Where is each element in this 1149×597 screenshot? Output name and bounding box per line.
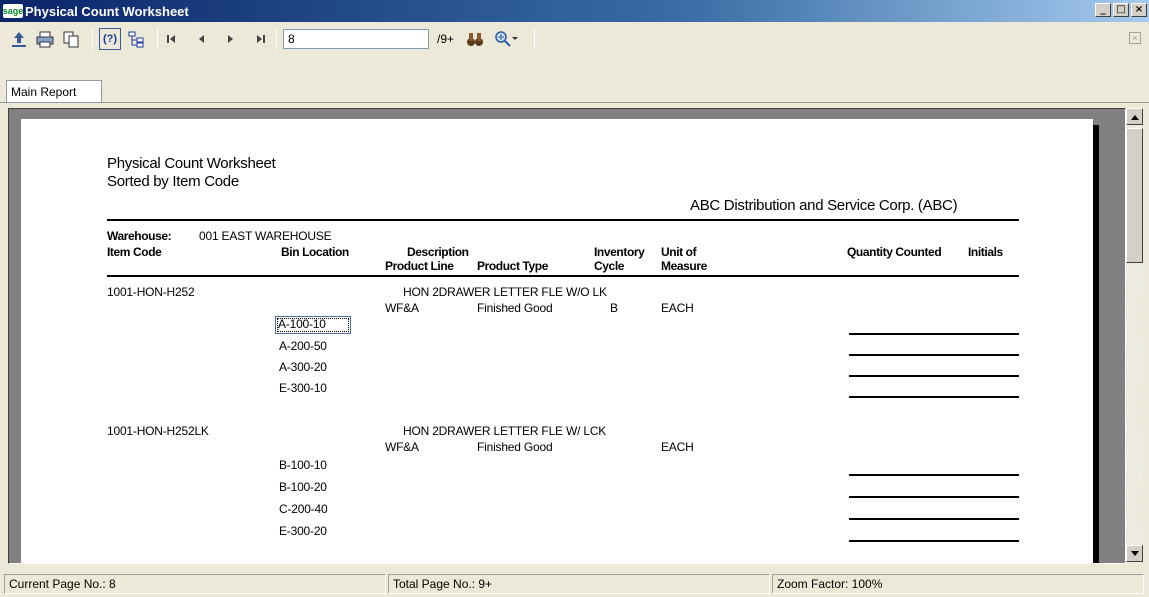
col-header-product-type: Product Type [477,259,548,273]
maximize-button[interactable]: □ [1113,3,1129,17]
status-bar: Current Page No.: 8 Total Page No.: 9+ Z… [0,570,1149,597]
col-header-description: Description [407,245,469,259]
group-tree-icon[interactable] [125,28,147,50]
zoom-icon[interactable] [490,28,524,50]
col-header-inventory: Inventory [594,245,645,259]
col-header-quantity-counted: Quantity Counted [847,245,942,259]
header-rule-top [107,219,1019,221]
col-header-item-code: Item Code [107,245,162,259]
previous-page-icon[interactable] [194,28,208,50]
item-product-line: WF&A [385,301,419,315]
item-product-type: Finished Good [477,301,553,315]
col-header-unit-of: Unit of [661,245,697,259]
count-entry-line [849,474,1019,476]
chevron-down-icon [1130,550,1139,556]
last-page-icon[interactable] [254,28,268,50]
close-button[interactable]: × [1131,3,1147,17]
bin-location-selected[interactable]: A-100-10 [275,316,351,334]
vertical-scrollbar[interactable] [1126,108,1143,564]
toolbar: (?) /9+ × [0,22,1149,74]
item-unit: EACH [661,301,694,315]
print-icon[interactable] [34,28,56,50]
item-cycle: B [610,301,618,315]
next-page-icon[interactable] [224,28,238,50]
status-zoom: Zoom Factor: 100% [772,574,1144,594]
count-entry-line [849,518,1019,520]
count-entry-line [849,396,1019,398]
report-page: Physical Count Worksheet Sorted by Item … [21,119,1093,563]
item-description: HON 2DRAWER LETTER FLE W/ LCK [403,424,607,438]
item-product-line: WF&A [385,440,419,454]
item-product-type: Finished Good [477,440,553,454]
col-header-measure: Measure [661,259,707,273]
scroll-thumb[interactable] [1126,128,1143,263]
first-page-icon[interactable] [164,28,178,50]
toolbar-separator [92,28,93,50]
export-icon[interactable] [8,28,30,50]
count-entry-line [849,496,1019,498]
toolbar-separator [534,28,536,50]
minimize-button[interactable]: _ [1095,3,1111,17]
chevron-up-icon [1130,114,1139,120]
paper-shadow [1093,125,1099,563]
page-total: /9+ [437,32,455,46]
scroll-down-button[interactable] [1126,545,1143,562]
help-icon[interactable]: (?) [99,28,121,50]
title-bar: sage Physical Count Worksheet _ □ × [0,0,1149,22]
sage-logo: sage [2,4,24,18]
copy-icon[interactable] [60,28,82,50]
item-unit: EACH [661,440,694,454]
warehouse-label: Warehouse: [107,229,172,243]
col-header-bin-location: Bin Location [281,245,349,259]
window-title: Physical Count Worksheet [25,3,189,19]
bin-location: B-100-10 [279,458,327,472]
close-report-icon[interactable]: × [1129,32,1141,44]
bin-location: A-300-20 [279,360,327,374]
bin-location: E-300-20 [279,524,327,538]
bin-location: C-200-40 [279,502,328,516]
status-total-page: Total Page No.: 9+ [388,574,770,594]
toolbar-separator [157,28,158,50]
col-header-initials: Initials [968,245,1003,259]
bin-location: A-200-50 [279,339,327,353]
company-name: ABC Distribution and Service Corp. (ABC) [690,197,958,214]
item-description: HON 2DRAWER LETTER FLE W/O LK [403,285,607,299]
count-entry-line [849,333,1019,335]
item-code: 1001-HON-H252LK [107,424,209,438]
header-rule-bottom [107,275,1019,277]
status-current-page: Current Page No.: 8 [4,574,386,594]
toolbar-separator [276,28,277,50]
bin-location: B-100-20 [279,480,327,494]
report-viewport: Physical Count Worksheet Sorted by Item … [8,108,1126,564]
item-code: 1001-HON-H252 [107,285,195,299]
binoculars-icon[interactable] [464,28,486,50]
count-entry-line [849,354,1019,356]
bin-location: E-300-10 [279,381,327,395]
col-header-cycle: Cycle [594,259,625,273]
chevron-down-icon [512,37,519,40]
tab-divider [0,102,1149,103]
count-entry-line [849,540,1019,542]
report-subtitle: Sorted by Item Code [107,173,239,190]
warehouse-value: 001 EAST WAREHOUSE [199,229,332,243]
count-entry-line [849,375,1019,377]
col-header-product-line: Product Line [385,259,454,273]
tab-main-report[interactable]: Main Report [6,80,102,102]
page-number-input[interactable] [283,29,429,49]
report-title: Physical Count Worksheet [107,155,276,172]
scroll-up-button[interactable] [1126,108,1143,125]
